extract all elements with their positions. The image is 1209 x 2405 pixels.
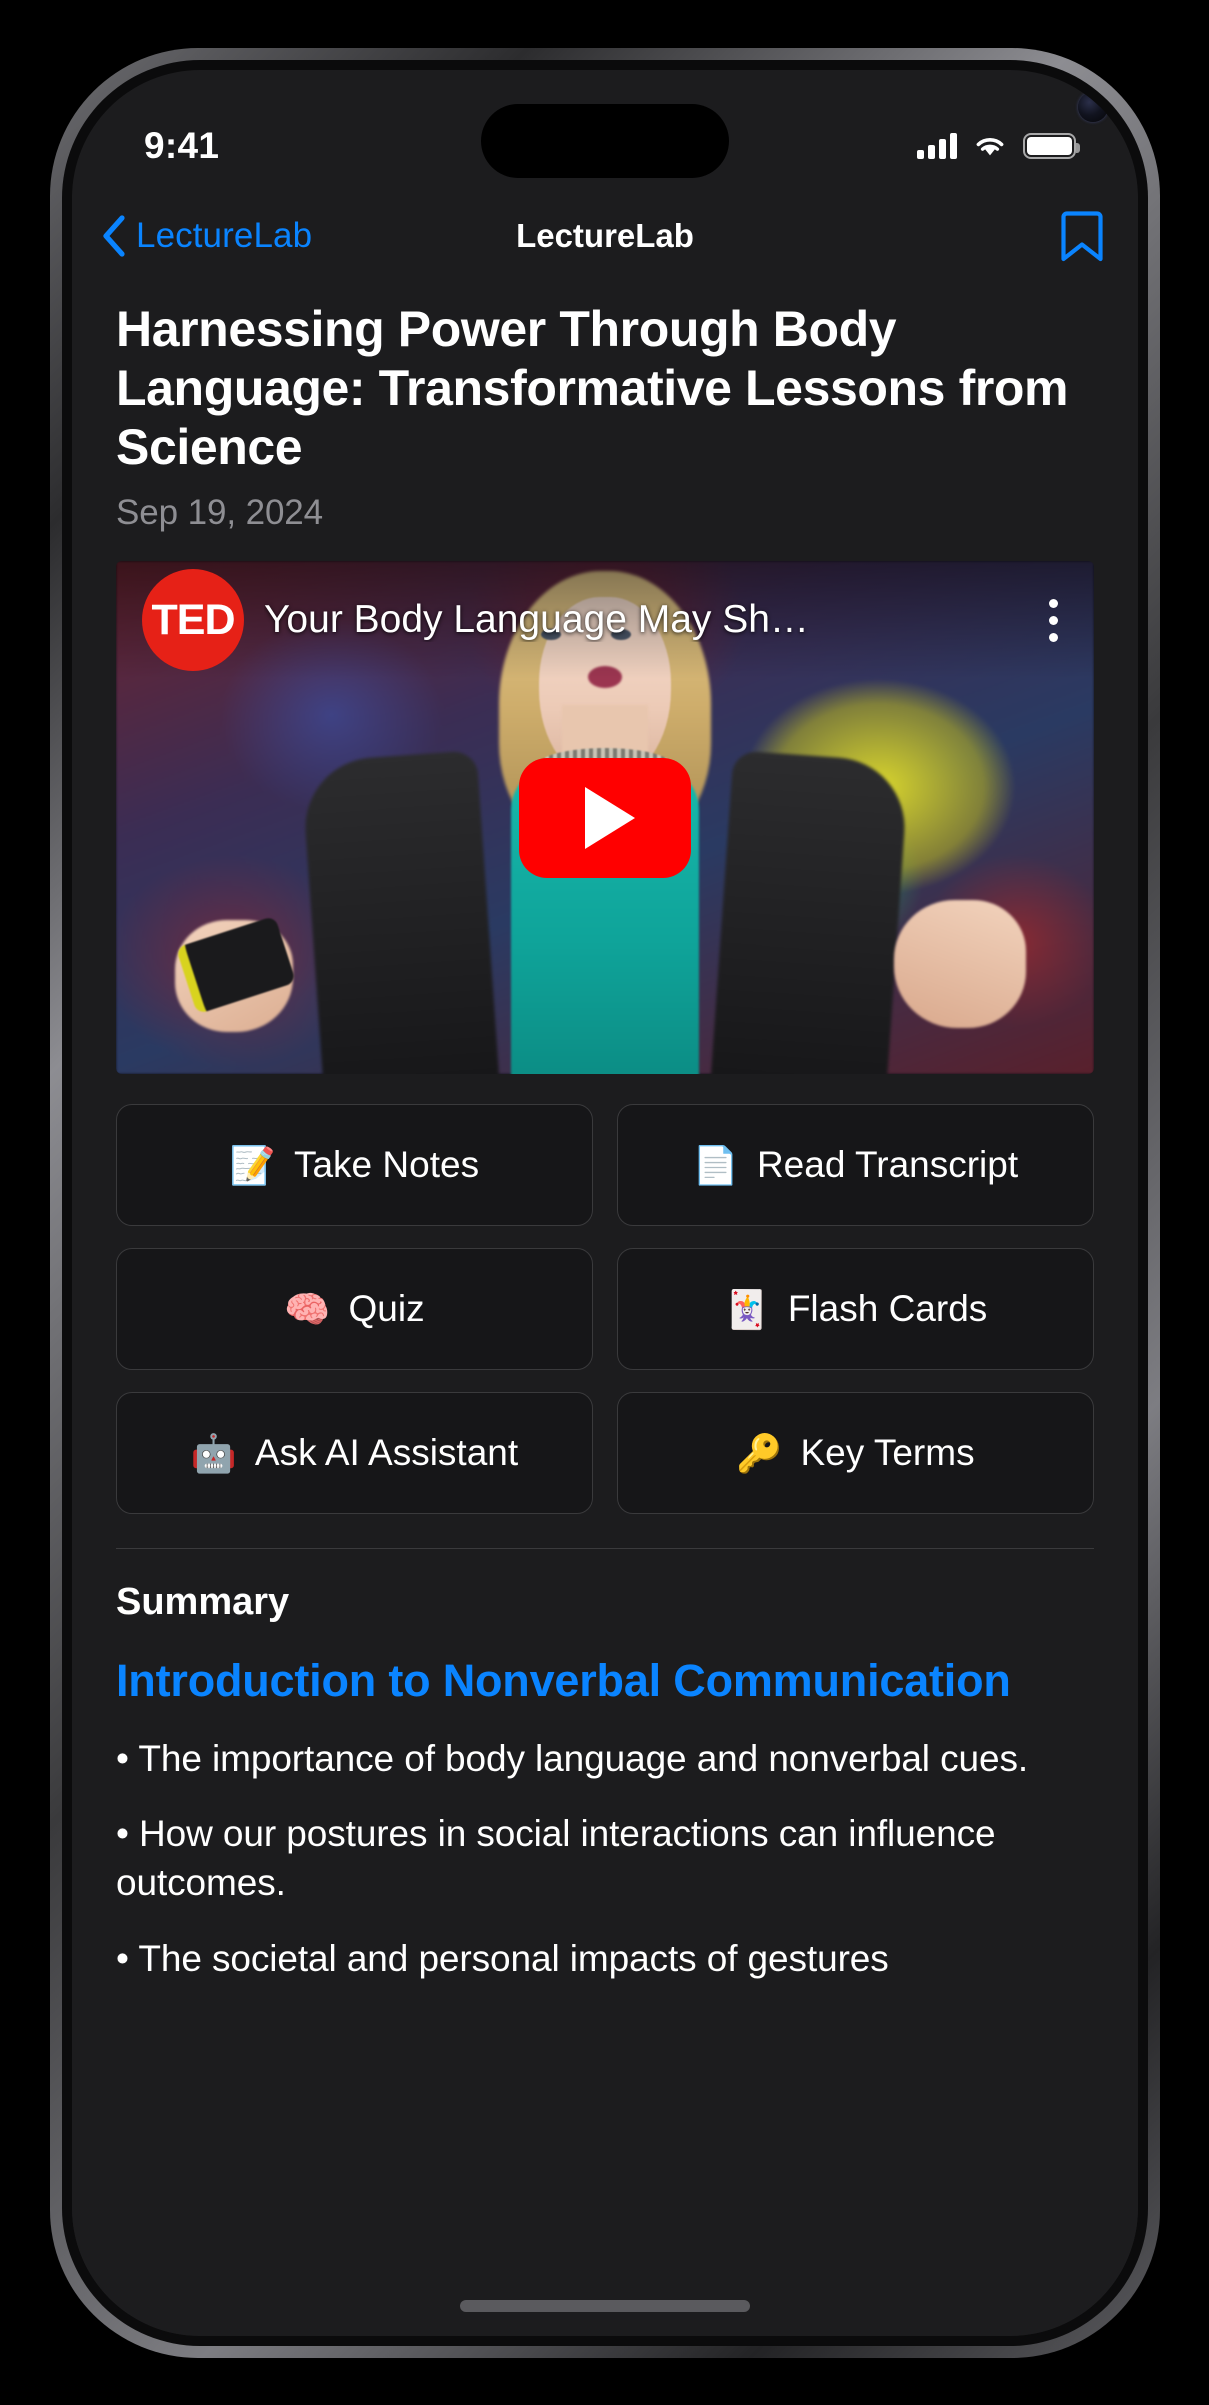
play-button-icon[interactable] xyxy=(519,757,691,878)
home-indicator[interactable] xyxy=(460,2300,750,2312)
robot-icon: 🤖 xyxy=(190,1432,237,1474)
wifi-icon xyxy=(976,138,1004,156)
video-title: Your Body Language May Sh… xyxy=(264,598,809,641)
action-button-label: Read Transcript xyxy=(756,1144,1019,1185)
action-button-take-notes[interactable]: 📝 Take Notes xyxy=(116,1104,593,1226)
phone-bezel: 9:41 LectureLab LectureLab Harnessing Po… xyxy=(62,60,1148,2346)
phone-screen: 9:41 LectureLab LectureLab Harnessing Po… xyxy=(72,70,1138,2336)
summary-heading: Summary xyxy=(116,1581,290,1623)
page-facing-up-icon: 📄 xyxy=(692,1144,739,1186)
back-button[interactable]: LectureLab xyxy=(102,215,312,257)
action-button-label: Ask AI Assistant xyxy=(254,1432,519,1473)
action-button-read-transcript[interactable]: 📄 Read Transcript xyxy=(617,1104,1094,1226)
status-bar-time: 9:41 xyxy=(144,125,220,166)
battery-icon xyxy=(1023,133,1080,159)
summary-bullet: • The importance of body language and no… xyxy=(116,1738,1029,1779)
kebab-menu-icon[interactable] xyxy=(1039,595,1068,646)
bookmark-icon xyxy=(1061,211,1103,262)
dynamic-island xyxy=(481,104,729,178)
action-button-ask-ai-assistant[interactable]: 🤖 Ask AI Assistant xyxy=(116,1392,593,1514)
navigation-bar: LectureLab LectureLab xyxy=(72,194,1138,278)
bookmark-button[interactable] xyxy=(1060,208,1104,264)
summary-bullet: • The societal and personal impacts of g… xyxy=(116,1937,889,1979)
action-button-key-terms[interactable]: 🔑 Key Terms xyxy=(617,1392,1094,1514)
phone-frame: 9:41 LectureLab LectureLab Harnessing Po… xyxy=(50,48,1160,2358)
action-button-quiz[interactable]: 🧠 Quiz xyxy=(116,1248,593,1370)
joker-card-icon: 🃏 xyxy=(723,1288,770,1330)
action-button-flash-cards[interactable]: 🃏 Flash Cards xyxy=(617,1248,1094,1370)
memo-icon: 📝 xyxy=(229,1144,276,1186)
lecture-date: Sep 19, 2024 xyxy=(116,493,324,532)
action-button-label: Quiz xyxy=(348,1288,425,1329)
summary-bullet: • How our postures in social interaction… xyxy=(116,1813,996,1904)
scroll-content[interactable]: Harnessing Power Through Body Language: … xyxy=(72,278,1138,2336)
action-button-label: Key Terms xyxy=(800,1432,975,1473)
action-button-grid: 📝 Take Notes 📄 Read Transcript 🧠 Quiz 🃏 … xyxy=(116,1104,1094,1514)
section-divider xyxy=(116,1548,1094,1549)
cellular-signal-icon xyxy=(917,133,957,159)
key-icon: 🔑 xyxy=(736,1432,783,1474)
ted-logo-icon: TED xyxy=(142,569,244,671)
summary-subheading[interactable]: Introduction to Nonverbal Communication xyxy=(116,1654,1094,1708)
back-button-label: LectureLab xyxy=(136,216,313,255)
action-button-label: Take Notes xyxy=(293,1144,480,1185)
chevron-left-icon xyxy=(103,215,125,257)
video-top-bar: TED Your Body Language May Sh… xyxy=(116,561,1094,679)
action-button-label: Flash Cards xyxy=(787,1288,988,1329)
status-bar-icons xyxy=(917,133,1080,159)
lecture-title: Harnessing Power Through Body Language: … xyxy=(116,301,1069,475)
brain-icon: 🧠 xyxy=(284,1288,331,1330)
video-player[interactable]: TED Your Body Language May Sh… xyxy=(116,561,1094,1074)
